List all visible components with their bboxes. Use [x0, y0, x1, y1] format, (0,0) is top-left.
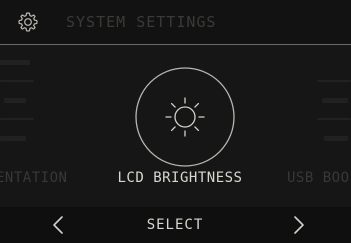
next-setting-label: USB BOO — [287, 170, 350, 186]
background-ghost-line — [317, 118, 351, 120]
gear-icon — [17, 11, 39, 33]
current-setting-label: LCD BRIGHTNESS — [117, 170, 243, 186]
footer-bar: SELECT — [0, 207, 351, 243]
background-ghost-text — [4, 98, 26, 103]
chevron-left-icon[interactable] — [47, 211, 69, 239]
background-ghost-line — [317, 80, 351, 82]
background-ghost-text — [0, 60, 30, 65]
settings-screen: SYSTEM SETTINGS ENTATION LCD BRIGHTNESS … — [0, 0, 351, 243]
background-ghost-line — [0, 80, 34, 82]
select-button[interactable]: SELECT — [125, 215, 225, 235]
page-title: SYSTEM SETTINGS — [66, 13, 217, 31]
background-ghost-text — [322, 98, 348, 103]
background-ghost-text — [0, 136, 26, 141]
header-bar: SYSTEM SETTINGS — [0, 0, 351, 45]
previous-setting-label: ENTATION — [0, 170, 68, 186]
chevron-right-icon[interactable] — [288, 211, 310, 239]
background-ghost-text — [324, 136, 348, 141]
background-ghost-line — [0, 118, 34, 120]
sun-icon[interactable] — [133, 65, 237, 169]
